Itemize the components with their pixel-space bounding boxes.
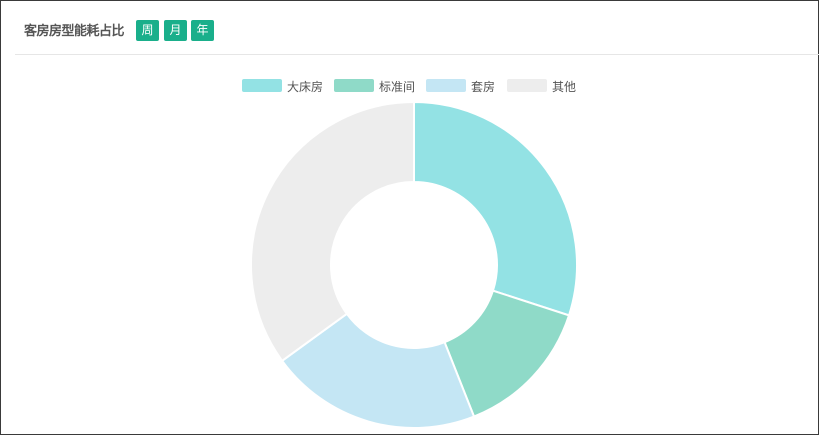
slice-king-room[interactable] <box>413 100 578 317</box>
donut-chart <box>250 100 578 429</box>
donut-slices <box>250 100 578 429</box>
slice-other[interactable] <box>250 100 415 363</box>
